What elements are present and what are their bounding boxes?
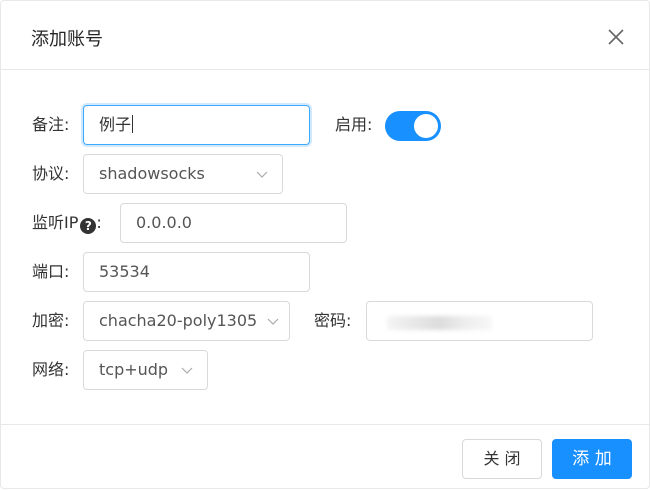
chevron-down-icon — [181, 367, 193, 374]
remark-input-value: 例子 — [99, 115, 132, 134]
encryption-row: 加密: chacha20-poly1305 密码: — [1, 301, 649, 341]
text-cursor — [132, 115, 134, 133]
listen-ip-colon: : — [96, 213, 102, 232]
chevron-down-icon — [267, 318, 279, 325]
listen-ip-input-value: 0.0.0.0 — [136, 213, 192, 232]
remark-row: 备注: 例子 启用: — [1, 105, 649, 145]
enable-label: 启用: — [335, 115, 373, 134]
close-button[interactable]: 关 闭 — [462, 439, 542, 479]
listen-ip-label: 监听IP?: — [32, 203, 102, 243]
add-account-dialog: 添加账号 备注: 例子 启用: 协议: shadowsocks 监听IP?: 0… — [0, 0, 650, 489]
protocol-label: 协议: — [32, 164, 70, 183]
dialog-footer: 关 闭 添 加 — [1, 424, 649, 490]
switch-knob — [414, 114, 438, 138]
listen-ip-input[interactable]: 0.0.0.0 — [120, 203, 347, 243]
enable-switch[interactable] — [385, 111, 441, 141]
add-button[interactable]: 添 加 — [552, 439, 632, 479]
network-row: 网络: tcp+udp — [1, 350, 649, 390]
protocol-select[interactable]: shadowsocks — [83, 154, 283, 194]
port-input-value: 53534 — [99, 262, 150, 281]
port-row: 端口: 53534 — [1, 252, 649, 292]
network-select-value: tcp+udp — [99, 360, 169, 379]
encryption-select[interactable]: chacha20-poly1305 — [83, 301, 290, 341]
network-select[interactable]: tcp+udp — [83, 350, 208, 390]
listen-ip-row: 监听IP?: 0.0.0.0 — [1, 203, 649, 243]
obscured-password — [387, 316, 492, 330]
close-icon[interactable] — [604, 25, 628, 49]
protocol-row: 协议: shadowsocks — [1, 154, 649, 194]
protocol-select-value: shadowsocks — [99, 164, 205, 183]
listen-ip-label-text: 监听IP — [32, 213, 79, 232]
password-input[interactable] — [366, 301, 593, 341]
encryption-label: 加密: — [32, 311, 70, 330]
dialog-header: 添加账号 — [1, 1, 649, 70]
chevron-down-icon — [256, 171, 268, 178]
port-label: 端口: — [32, 262, 70, 281]
question-circle-icon[interactable]: ? — [80, 218, 97, 234]
encryption-select-value: chacha20-poly1305 — [99, 311, 258, 330]
remark-input[interactable]: 例子 — [83, 105, 310, 145]
dialog-title: 添加账号 — [31, 29, 103, 50]
network-label: 网络: — [32, 360, 70, 379]
remark-label: 备注: — [32, 115, 70, 134]
port-input[interactable]: 53534 — [83, 252, 310, 292]
password-label: 密码: — [314, 311, 352, 330]
